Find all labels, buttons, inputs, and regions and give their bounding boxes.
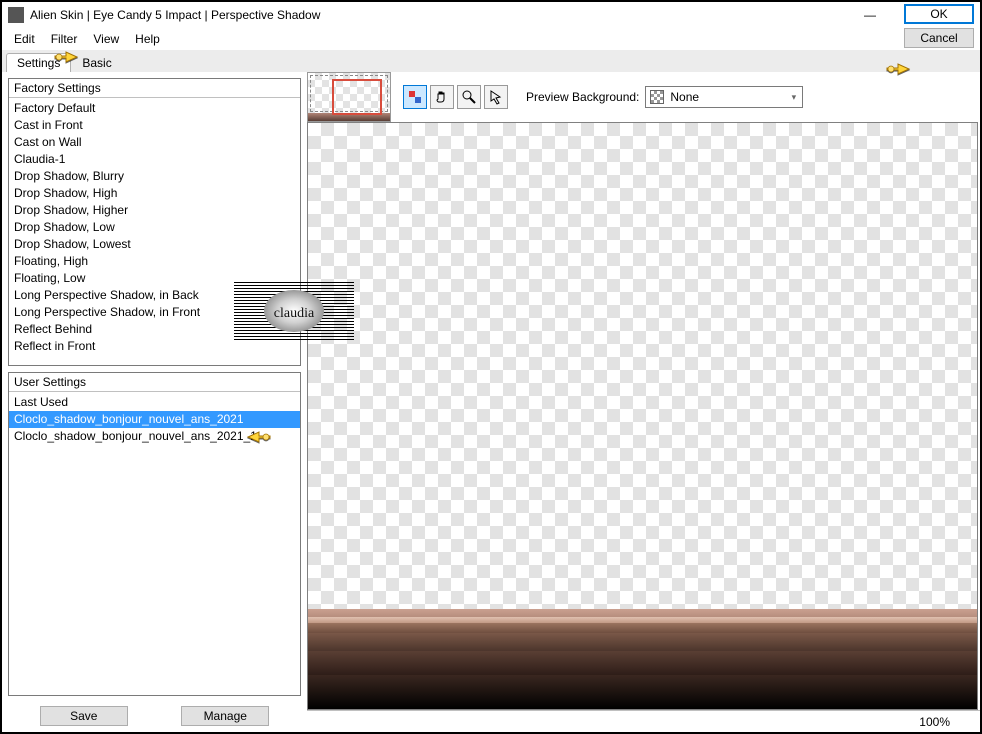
list-item[interactable]: Long Perspective Shadow, in Front	[9, 304, 300, 321]
list-item[interactable]: Cast on Wall	[9, 134, 300, 151]
pointer-icon	[488, 89, 504, 105]
list-item[interactable]: Drop Shadow, Lowest	[9, 236, 300, 253]
window-title: Alien Skin | Eye Candy 5 Impact | Perspe…	[30, 8, 848, 22]
menu-view[interactable]: View	[85, 30, 127, 48]
menu-edit[interactable]: Edit	[6, 30, 43, 48]
list-item[interactable]: Drop Shadow, Higher	[9, 202, 300, 219]
minimize-button[interactable]: ―	[848, 2, 892, 28]
titlebar: Alien Skin | Eye Candy 5 Impact | Perspe…	[2, 2, 980, 28]
save-button[interactable]: Save	[40, 706, 128, 726]
manage-button[interactable]: Manage	[181, 706, 269, 726]
transparency-swatch-icon	[650, 90, 664, 104]
list-item[interactable]: Cloclo_shadow_bonjour_nouvel_ans_2021	[9, 411, 300, 428]
list-item[interactable]: Floating, Low	[9, 270, 300, 287]
user-settings-list[interactable]: User Settings Last Used Cloclo_shadow_bo…	[8, 372, 301, 696]
app-icon	[8, 7, 24, 23]
list-item[interactable]: Long Perspective Shadow, in Back	[9, 287, 300, 304]
list-item[interactable]: Cloclo_shadow_bonjour_nouvel_ans_2021_1	[9, 428, 300, 445]
list-item[interactable]: Drop Shadow, High	[9, 185, 300, 202]
preview-bg-label: Preview Background:	[526, 90, 639, 104]
magnifier-icon	[461, 89, 477, 105]
tab-basic[interactable]: Basic	[71, 53, 122, 72]
list-item[interactable]: Drop Shadow, Blurry	[9, 168, 300, 185]
preview-toggle-icon	[407, 89, 423, 105]
zoom-level: 100%	[919, 715, 950, 729]
menubar: Edit Filter View Help	[2, 28, 980, 50]
hand-icon	[434, 89, 450, 105]
list-item[interactable]: Drop Shadow, Low	[9, 219, 300, 236]
settings-panel: Factory Settings Factory Default Cast in…	[2, 72, 307, 732]
tab-settings[interactable]: Settings	[6, 53, 71, 73]
preview-bg-value: None	[670, 90, 699, 104]
factory-settings-list[interactable]: Factory Settings Factory Default Cast in…	[8, 78, 301, 366]
tool-preview-toggle[interactable]	[403, 85, 427, 109]
tool-hand[interactable]	[430, 85, 454, 109]
list-item[interactable]: Cast in Front	[9, 117, 300, 134]
list-item[interactable]: Floating, High	[9, 253, 300, 270]
menu-filter[interactable]: Filter	[43, 30, 86, 48]
preview-canvas[interactable]	[307, 122, 978, 710]
factory-settings-header: Factory Settings	[9, 79, 300, 98]
tabs-bar: Settings Basic OK Cancel	[2, 50, 980, 72]
tool-pointer[interactable]	[484, 85, 508, 109]
list-item[interactable]: Last Used	[9, 394, 300, 411]
chevron-down-icon: ▾	[785, 87, 802, 107]
status-bar: 100%	[307, 710, 980, 732]
ok-button[interactable]: OK	[904, 4, 974, 24]
user-settings-header: User Settings	[9, 373, 300, 392]
cancel-button[interactable]: Cancel	[904, 28, 974, 48]
preview-toolbar: Preview Background: None ▾	[307, 72, 980, 122]
list-item[interactable]: Claudia-1	[9, 151, 300, 168]
preview-thumbnail[interactable]	[307, 72, 391, 122]
list-item[interactable]: Reflect Behind	[9, 321, 300, 338]
menu-help[interactable]: Help	[127, 30, 168, 48]
preview-bg-select[interactable]: None ▾	[645, 86, 803, 108]
list-item[interactable]: Reflect in Front	[9, 338, 300, 355]
list-item[interactable]: Factory Default	[9, 100, 300, 117]
tool-zoom[interactable]	[457, 85, 481, 109]
preview-panel: Preview Background: None ▾ 10	[307, 72, 980, 732]
